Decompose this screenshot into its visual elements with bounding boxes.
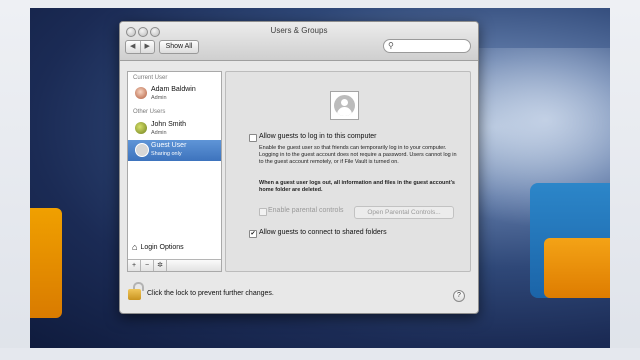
parental-controls-label: Enable parental controls (268, 207, 344, 214)
guest-avatar-icon (135, 143, 149, 157)
lock-text: Click the lock to prevent further change… (147, 290, 274, 297)
guest-description: Enable the guest user so that friends ca… (259, 145, 457, 165)
shared-folders-checkbox[interactable]: ✔ (249, 230, 257, 238)
avatar (135, 87, 147, 99)
user-role: Admin (151, 130, 167, 136)
shared-folders-label: Allow guests to connect to shared folder… (259, 229, 387, 236)
user-role: Admin (151, 95, 167, 101)
title-bar: Users & Groups ◀ ▶ Show All ⚲ (120, 22, 478, 61)
house-icon: ⌂ (132, 242, 138, 252)
screen-frame-top (0, 0, 640, 8)
forward-button[interactable]: ▶ (141, 41, 155, 53)
back-button[interactable]: ◀ (126, 41, 141, 53)
users-groups-window: Users & Groups ◀ ▶ Show All ⚲ Current Us… (119, 21, 479, 314)
current-user-header: Current User (133, 75, 168, 81)
search-input[interactable]: ⚲ (383, 39, 471, 53)
action-gear-button[interactable]: ✲ (154, 260, 167, 271)
sidebar-toolbar: + − ✲ (128, 259, 221, 271)
guest-settings-panel: Allow guests to log in to this computer … (225, 71, 471, 272)
user-name: Guest User (151, 142, 187, 149)
help-button[interactable]: ? (453, 290, 465, 302)
user-john-smith[interactable]: John Smith Admin (128, 119, 221, 140)
users-sidebar: Current User Adam Baldwin Admin Other Us… (127, 71, 222, 272)
search-icon: ⚲ (388, 41, 394, 50)
guest-logout-note: When a guest user logs out, all informat… (259, 180, 455, 193)
allow-guest-login-label: Allow guests to log in to this computer (259, 133, 377, 140)
user-role: Sharing only (151, 151, 182, 157)
nav-segment: ◀ ▶ (125, 40, 155, 54)
unlocked-lock-icon[interactable] (128, 282, 144, 300)
screen-frame-right (610, 0, 640, 360)
other-users-header: Other Users (133, 109, 166, 115)
add-user-button[interactable]: + (128, 260, 141, 271)
open-parental-controls-button[interactable]: Open Parental Controls... (354, 206, 454, 219)
remove-user-button[interactable]: − (141, 260, 154, 271)
screen-frame-left (0, 0, 30, 360)
user-name: John Smith (151, 121, 187, 128)
guest-picture (330, 91, 359, 120)
user-guest[interactable]: Guest User Sharing only (128, 140, 221, 161)
orange-sofa-left (30, 208, 62, 318)
user-adam-baldwin[interactable]: Adam Baldwin Admin (128, 84, 221, 105)
screen-frame-bottom (0, 348, 640, 360)
login-options-item[interactable]: ⌂ Login Options (132, 243, 184, 252)
window-title: Users & Groups (270, 26, 328, 35)
guest-silhouette-icon (334, 95, 355, 116)
show-all-button[interactable]: Show All (159, 40, 199, 54)
avatar (135, 122, 147, 134)
allow-guest-login-checkbox[interactable] (249, 134, 257, 142)
parental-controls-checkbox[interactable] (259, 208, 267, 216)
user-name: Adam Baldwin (151, 86, 196, 93)
orange-sofa-right (544, 238, 610, 298)
login-options-label: Login Options (140, 244, 184, 251)
